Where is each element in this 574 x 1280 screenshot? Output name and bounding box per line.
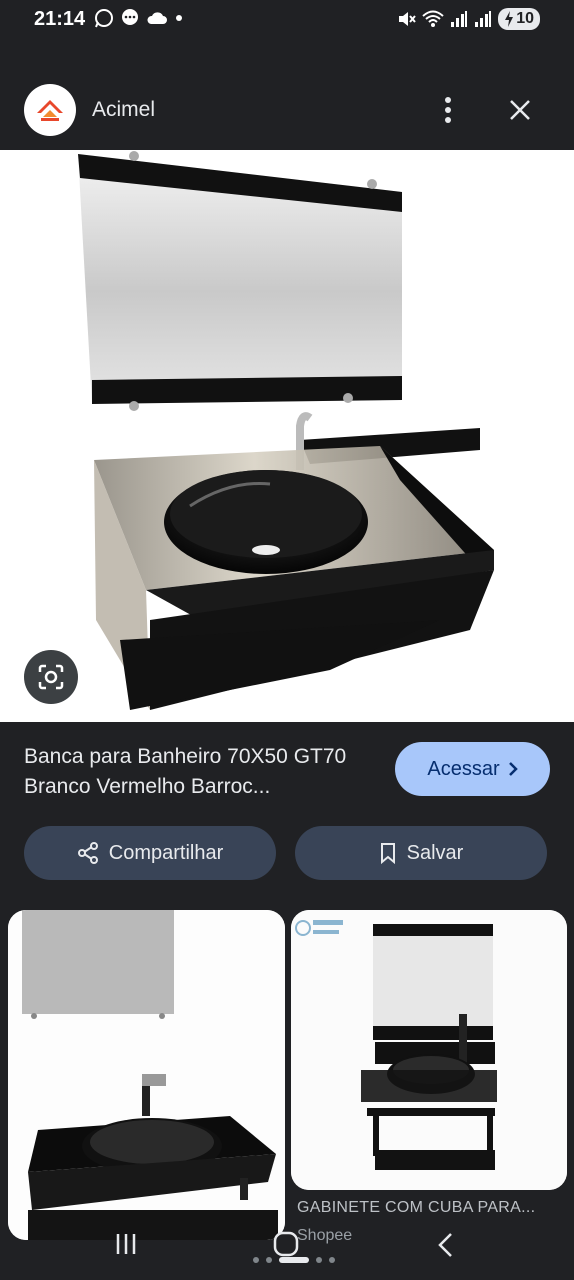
signal-icon: [475, 11, 492, 27]
dot-icon: [176, 15, 182, 21]
share-icon: [77, 842, 98, 864]
chat-icon: [122, 9, 138, 25]
save-button[interactable]: Salvar: [295, 826, 547, 880]
close-button[interactable]: [500, 92, 540, 128]
status-bar: 21:14 10: [0, 0, 574, 40]
related-result-card[interactable]: [291, 910, 567, 1190]
system-nav-bar: [0, 1220, 574, 1280]
vanity-illustration: [78, 151, 494, 710]
share-label: Compartilhar: [108, 841, 224, 864]
back-icon: [438, 1233, 452, 1257]
whatsapp-icon: [95, 9, 113, 28]
related-image: [291, 910, 567, 1190]
battery-indicator: 10: [498, 8, 540, 30]
home-icon: [273, 1231, 299, 1257]
system-icons: 10: [396, 8, 540, 30]
mute-icon: [399, 12, 416, 26]
more-vert-icon: [445, 97, 451, 123]
notification-icons: [94, 8, 184, 28]
related-title[interactable]: GABINETE COM CUBA PARA...: [297, 1199, 567, 1217]
page-dot: [329, 1257, 335, 1263]
cloud-icon: [147, 12, 167, 24]
wifi-icon: [422, 10, 444, 27]
more-options-button[interactable]: [430, 92, 466, 128]
back-button[interactable]: [436, 1232, 456, 1263]
product-image[interactable]: [0, 150, 574, 722]
status-time: 21:14: [34, 8, 86, 30]
site-name[interactable]: Acimel: [92, 98, 155, 122]
page-dot-active: [279, 1257, 309, 1263]
site-logo: [24, 84, 76, 136]
share-button[interactable]: Compartilhar: [24, 826, 276, 880]
result-title[interactable]: Banca para Banheiro 70X50 GT70 Branco Ve…: [24, 742, 374, 802]
lens-icon: [38, 664, 64, 690]
recents-icon: [116, 1234, 136, 1254]
page-dot: [316, 1257, 322, 1263]
battery-level: 10: [516, 10, 534, 27]
app-bar: Acimel: [0, 78, 574, 142]
lens-button[interactable]: [24, 650, 78, 704]
page-indicator: [253, 1257, 335, 1263]
save-label: Salvar: [406, 841, 464, 864]
chevron-right-icon: [508, 762, 518, 776]
close-icon: [510, 100, 530, 120]
visit-button[interactable]: Acessar: [395, 742, 550, 796]
page-dot: [253, 1257, 259, 1263]
charging-icon: [505, 11, 514, 27]
related-result-card[interactable]: [8, 910, 285, 1240]
recents-button[interactable]: [114, 1232, 138, 1261]
signal-icon: [451, 11, 468, 27]
related-image: [8, 910, 285, 1240]
page-dot: [266, 1257, 272, 1263]
bookmark-icon: [380, 843, 395, 864]
visit-label: Acessar: [427, 757, 500, 780]
